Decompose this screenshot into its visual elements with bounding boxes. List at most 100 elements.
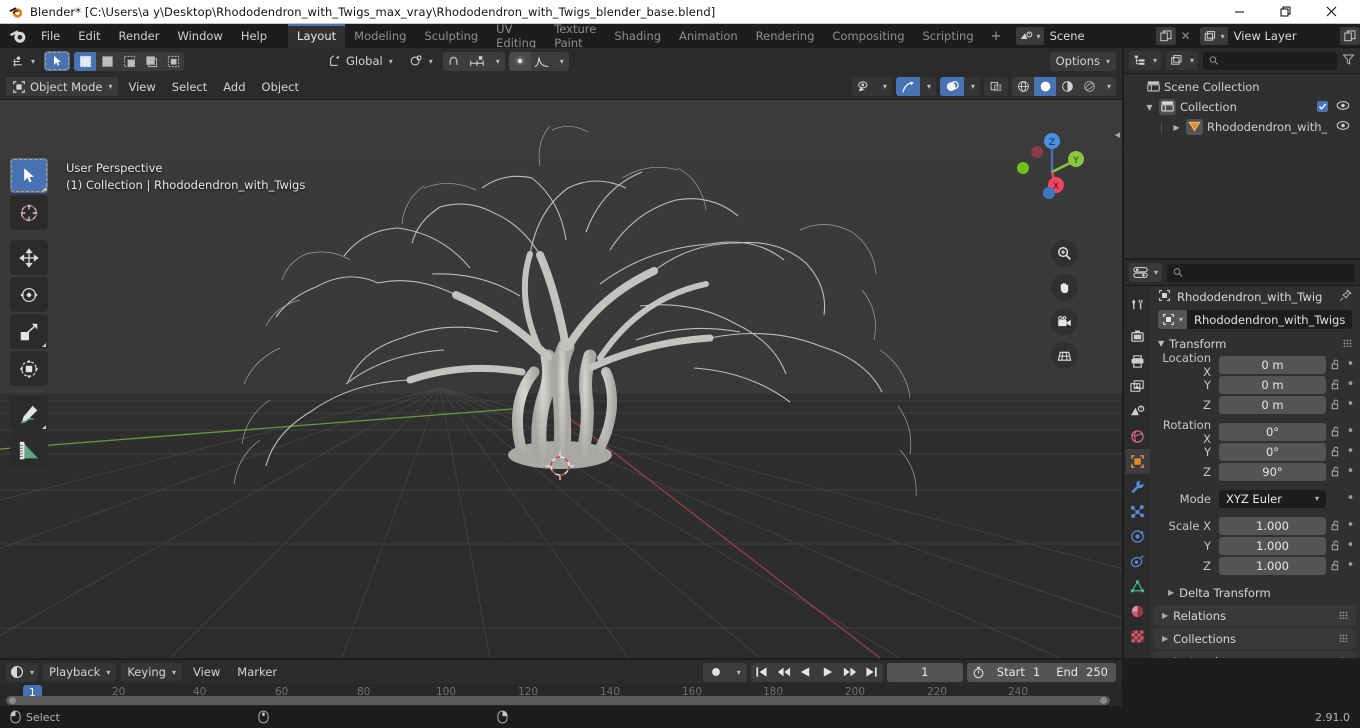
visibility-dropdown[interactable]: ▾	[876, 77, 892, 96]
tab-layout[interactable]: Layout	[288, 24, 346, 48]
panel-grip-icon[interactable]	[1343, 339, 1352, 347]
select-extend-button[interactable]	[96, 51, 119, 71]
zoom-icon[interactable]	[1051, 240, 1078, 267]
animate-property-dot[interactable]: •	[1345, 445, 1356, 458]
lock-icon[interactable]	[1329, 560, 1342, 571]
menu-window[interactable]: Window	[168, 27, 231, 45]
snap-target-selector[interactable]	[464, 51, 489, 71]
grid-ortho-icon[interactable]	[1051, 342, 1078, 369]
timeline-ruler[interactable]: 1 20 40 60 80 100 120 140 160 180 200 22…	[0, 684, 1122, 706]
object-icon[interactable]	[1124, 449, 1150, 474]
particles-icon[interactable]	[1124, 499, 1150, 524]
prev-keyframe-icon[interactable]	[772, 662, 795, 682]
shading-dropdown[interactable]: ▾	[1100, 77, 1116, 96]
object-name-field[interactable]: ▾ Rhododendron_with_Twigs	[1158, 310, 1353, 329]
view-layer-icon[interactable]: ▾	[1199, 27, 1228, 45]
scrollbar-handle-right[interactable]	[1100, 697, 1107, 704]
shading-material-preview-button[interactable]	[1056, 77, 1078, 96]
select-set-button[interactable]	[74, 51, 97, 71]
select-subtract-button[interactable]	[118, 51, 141, 71]
transform-tool[interactable]	[10, 351, 48, 386]
select-intersect-button[interactable]	[162, 51, 185, 71]
constraints-icon[interactable]	[1124, 549, 1150, 574]
close-button[interactable]	[1308, 0, 1354, 23]
use-preview-range-icon[interactable]	[967, 663, 991, 682]
timeline-editor[interactable]: ▾ Playback ▾ Keying ▾ View Marker ▾ 1 St…	[0, 660, 1122, 706]
minimize-button[interactable]	[1216, 0, 1262, 23]
lock-icon[interactable]	[1329, 466, 1342, 477]
timeline-editor-type-selector[interactable]: ▾	[6, 662, 39, 682]
active-tool-indicator[interactable]	[44, 51, 71, 71]
collection-exclude-checkbox[interactable]	[1317, 101, 1328, 112]
viewport-canvas[interactable]: User Perspective (1) Collection | Rhodod…	[0, 100, 1122, 658]
shading-rendered-button[interactable]	[1078, 77, 1100, 96]
outliner-search-box[interactable]	[1203, 51, 1337, 70]
rotation-z-input[interactable]: 90°	[1219, 462, 1326, 481]
maximize-button[interactable]	[1262, 0, 1308, 23]
menu-help[interactable]: Help	[232, 27, 276, 45]
auto-keying-toggle[interactable]	[702, 662, 729, 682]
timeline-playback-menu[interactable]: Playback ▾	[43, 663, 117, 681]
delta-transform-panel-header[interactable]: ▶ Delta Transform	[1150, 582, 1360, 603]
scene-name-field[interactable]: Scene	[1043, 27, 1156, 45]
menu-edit[interactable]: Edit	[69, 27, 109, 45]
tab-rendering[interactable]: Rendering	[747, 24, 824, 48]
output-icon[interactable]	[1124, 349, 1150, 374]
viewport-sidebar-toggle[interactable]: ◂	[1114, 128, 1120, 141]
transform-orientation-selector[interactable]: Global ▾	[322, 51, 399, 71]
panel-grip-icon[interactable]	[1339, 611, 1348, 619]
object-name-value[interactable]: Rhododendron_with_Twigs	[1187, 310, 1353, 329]
scene-icon[interactable]: ▾	[1015, 27, 1044, 45]
tool-icon[interactable]	[1124, 292, 1150, 317]
animate-property-dot[interactable]: •	[1345, 425, 1356, 438]
collections-panel-header[interactable]: ▶ Collections	[1154, 628, 1356, 649]
texture-icon[interactable]	[1124, 624, 1150, 649]
instancing-panel-header[interactable]: ▶ Instancing	[1154, 651, 1356, 658]
overlays-dropdown[interactable]: ▾	[964, 77, 980, 96]
interaction-mode-selector[interactable]: Object Mode ▾	[6, 77, 119, 96]
rotation-y-input[interactable]: 0°	[1219, 442, 1326, 461]
delete-scene-button[interactable]: ✕	[1176, 27, 1196, 45]
viewport-options-button[interactable]: Options ▾	[1049, 51, 1116, 71]
lock-icon[interactable]	[1329, 379, 1342, 390]
select-invert-button[interactable]	[140, 51, 163, 71]
tab-animation[interactable]: Animation	[670, 24, 747, 48]
render-icon[interactable]	[1124, 324, 1150, 349]
snap-magnet-toggle[interactable]	[442, 51, 465, 71]
scrollbar-handle-left[interactable]	[9, 697, 16, 704]
snap-dropdown[interactable]: ▾	[488, 51, 505, 71]
tab-modeling[interactable]: Modeling	[345, 24, 415, 48]
scale-z-input[interactable]: 1.000	[1219, 556, 1326, 575]
pin-icon[interactable]	[1339, 289, 1352, 305]
view-layer-icon[interactable]	[1124, 374, 1150, 399]
shading-solid-button[interactable]	[1034, 77, 1056, 96]
tab-scripting[interactable]: Scripting	[914, 24, 983, 48]
current-frame-input[interactable]: 1	[886, 662, 963, 682]
select-box-tool[interactable]	[10, 158, 48, 193]
animate-property-dot[interactable]: •	[1345, 465, 1356, 478]
editor-type-selector[interactable]: ▾	[6, 51, 41, 71]
outliner-row-collection[interactable]: ▼ Collection	[1124, 97, 1360, 117]
visibility-eye-icon[interactable]	[1336, 100, 1350, 114]
viewport-menu-view[interactable]: View	[122, 77, 162, 96]
end-frame-input[interactable]: 250	[1084, 663, 1116, 682]
pivot-point-selector[interactable]: ▾	[402, 51, 439, 71]
lock-icon[interactable]	[1329, 446, 1342, 457]
location-z-input[interactable]: 0 m	[1219, 395, 1326, 414]
timeline-keying-menu[interactable]: Keying ▾	[121, 663, 182, 681]
outliner-editor-type-selector[interactable]: ▾	[1129, 51, 1162, 70]
lock-icon[interactable]	[1329, 426, 1342, 437]
rotate-tool[interactable]	[10, 277, 48, 312]
viewport-menu-select[interactable]: Select	[165, 77, 214, 96]
jump-end-icon[interactable]	[860, 662, 883, 682]
new-viewlayer-button[interactable]	[1339, 27, 1360, 45]
viewlayer-name-field[interactable]: View Layer	[1227, 27, 1340, 45]
relations-panel-header[interactable]: ▶ Relations	[1154, 605, 1356, 626]
animate-property-dot[interactable]: •	[1345, 398, 1356, 411]
timeline-scrollbar[interactable]	[6, 696, 1110, 705]
falloff-type-selector[interactable]	[530, 51, 553, 71]
play-reverse-icon[interactable]	[794, 662, 817, 682]
outliner-display-mode-selector[interactable]: ▾	[1166, 51, 1199, 70]
shading-wireframe-button[interactable]	[1012, 77, 1034, 96]
animate-property-dot[interactable]: •	[1345, 358, 1356, 371]
